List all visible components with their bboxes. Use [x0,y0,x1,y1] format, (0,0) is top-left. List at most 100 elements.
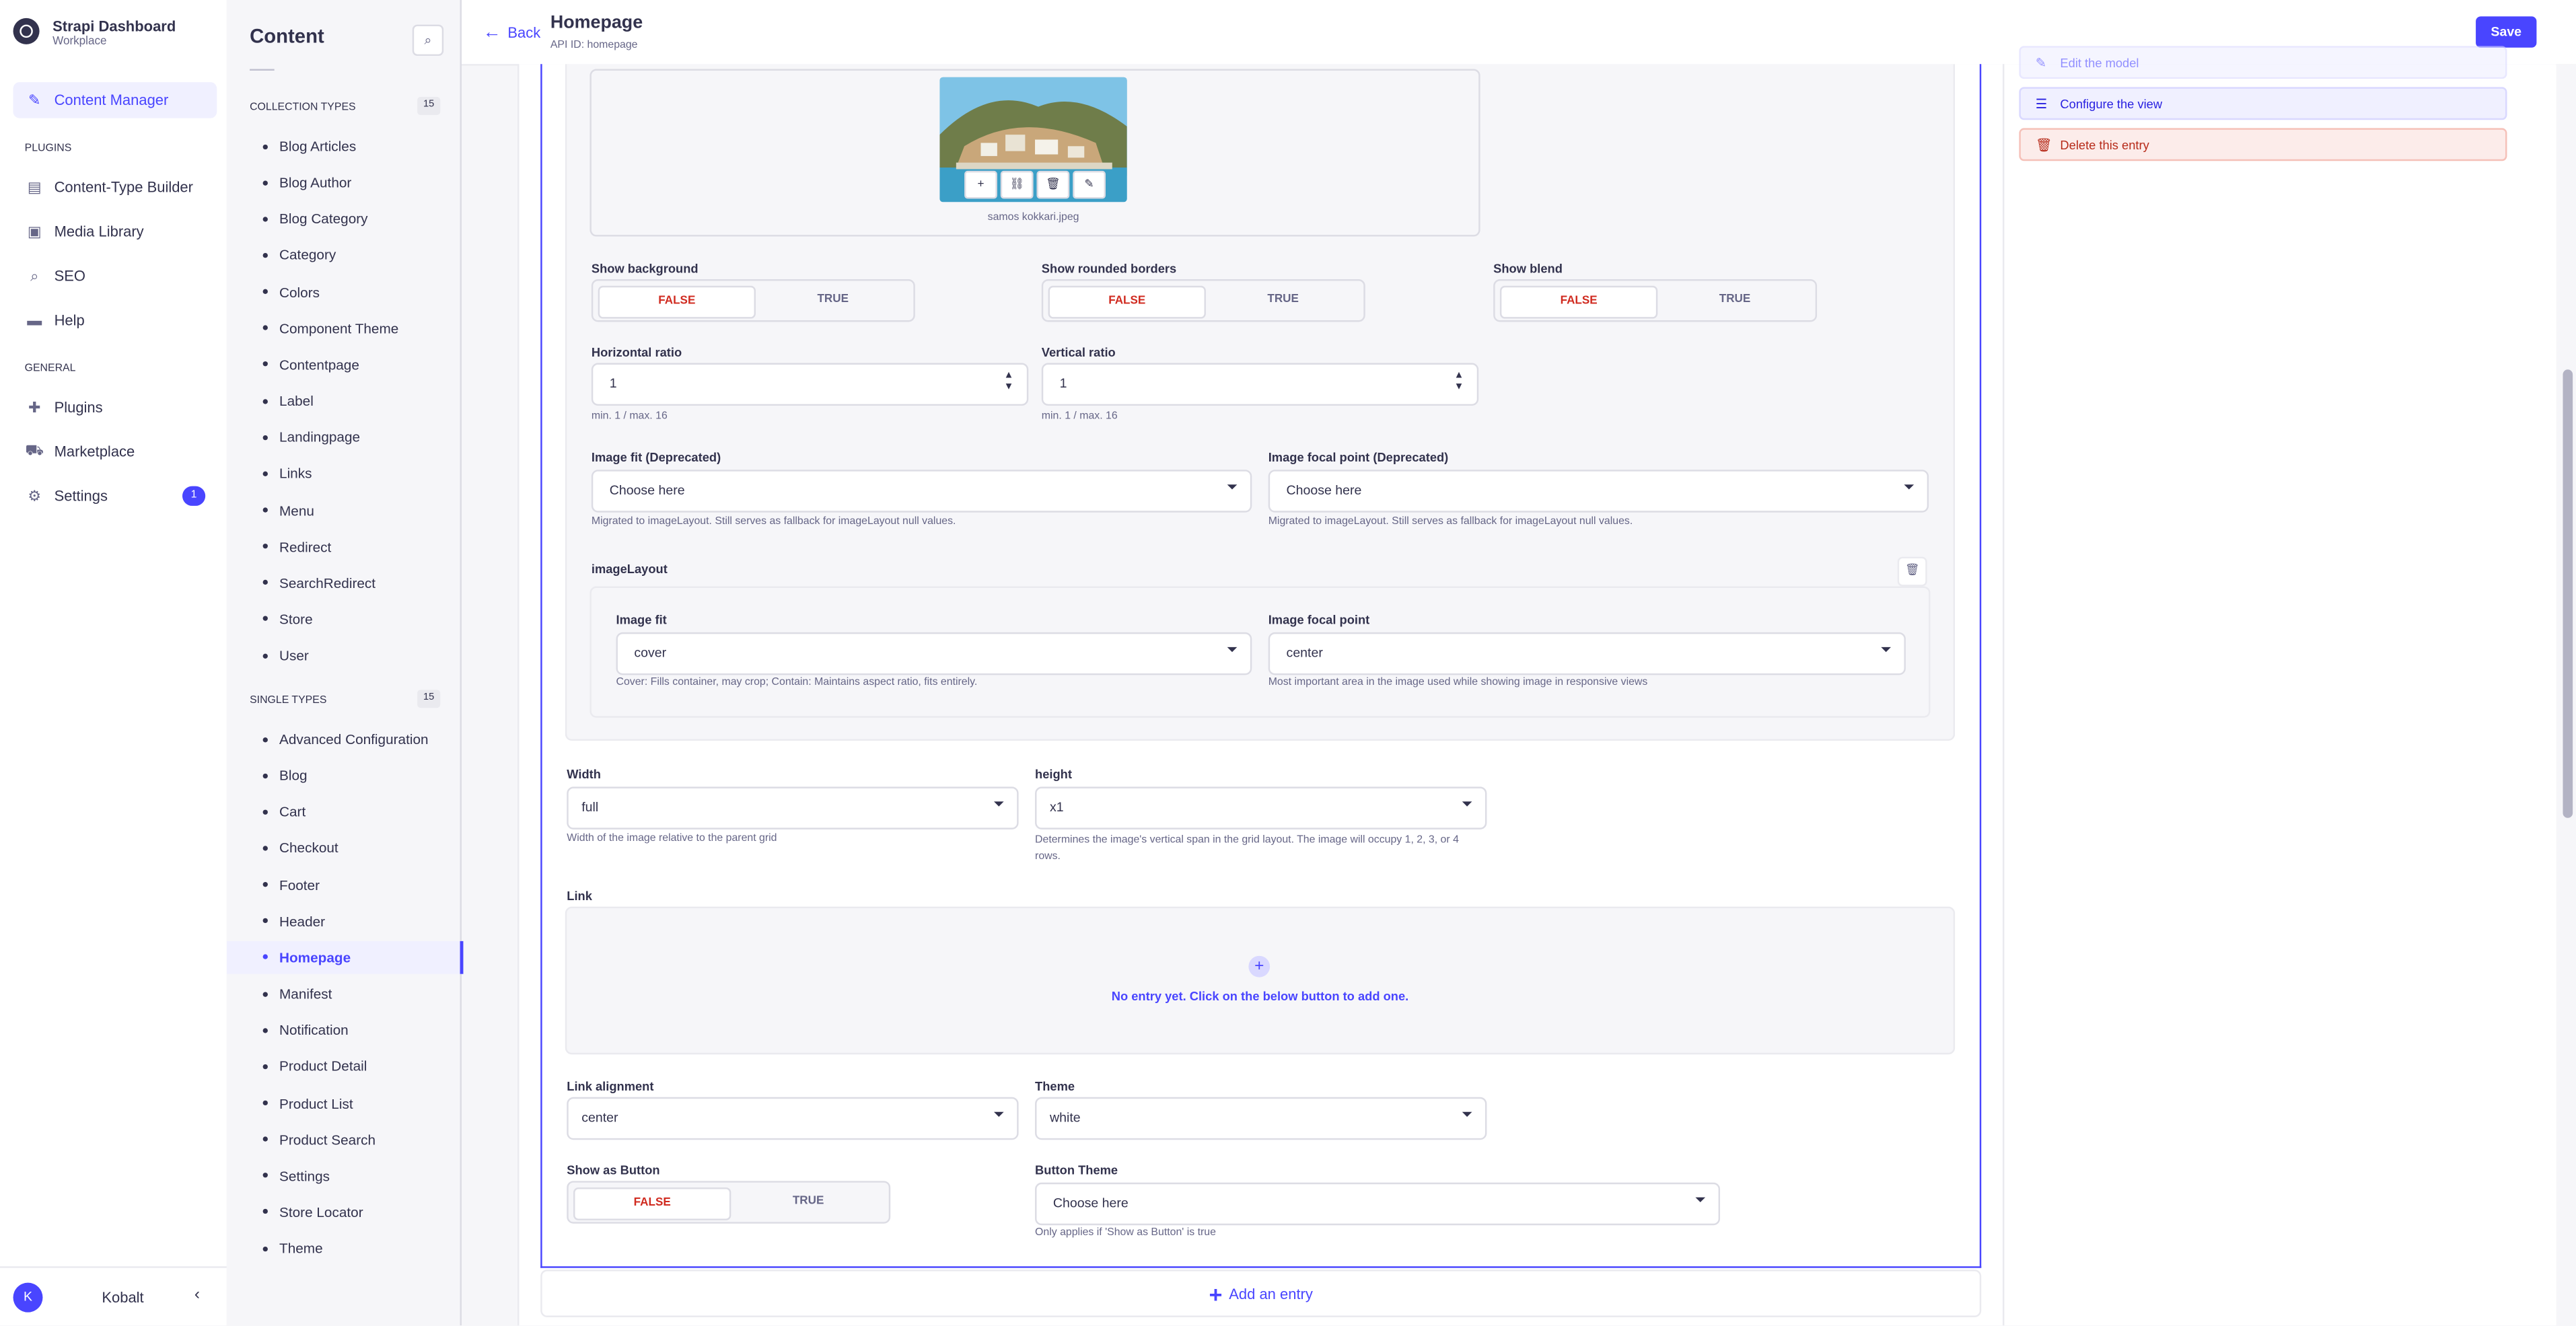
sub-nav-item[interactable]: Colors [227,275,460,308]
sub-nav-item[interactable]: Blog Articles [227,130,460,163]
sub-nav-item[interactable]: Blog Category [227,202,460,235]
bullet-icon [262,616,268,622]
toggle-true[interactable]: TRUE [757,286,908,316]
bullet-icon [262,252,268,258]
image-focal-label: Image focal point [1268,612,1370,628]
vertical-ratio-input[interactable]: 1 ▲ ▼ [1041,363,1479,406]
toggle-true[interactable]: TRUE [1207,286,1359,316]
caret-down-icon [1695,1197,1706,1203]
nav-marketplace[interactable]: ⛟ Marketplace [13,434,217,470]
settings-badge: 1 [182,486,206,506]
nav-seo[interactable]: ⌕ SEO [13,258,217,294]
sub-nav-item[interactable]: Store Locator [227,1195,460,1228]
nav-content-manager[interactable]: ✎ Content Manager [13,82,217,118]
image-icon: ▣ [27,222,42,240]
scrollbar-thumb[interactable] [2563,369,2573,818]
sub-nav-item[interactable]: Header [227,905,460,938]
sub-nav-item[interactable]: Cart [227,795,460,828]
image-fit-deprecated-hint: Migrated to imageLayout. Still serves as… [591,515,956,527]
sub-nav-item[interactable]: Footer [227,868,460,901]
show-background-toggle[interactable]: FALSE TRUE [591,279,915,322]
stepper-icon[interactable]: ▲ ▼ [1454,371,1464,394]
input-value: 1 [609,376,617,392]
sub-nav-item[interactable]: Redirect [227,530,460,563]
delete-entry-button[interactable]: 🗑 Delete this entry [2019,128,2507,161]
sub-nav-item[interactable]: Menu [227,494,460,527]
sub-nav-item[interactable]: Product List [227,1086,460,1119]
sub-nav-item[interactable]: Advanced Configuration [227,723,460,756]
toggle-true[interactable]: TRUE [1659,286,1811,316]
add-entry-button[interactable]: + Add an entry [540,1269,1982,1317]
width-hint: Width of the image relative to the paren… [567,832,777,844]
sub-nav-item[interactable]: Category [227,239,460,272]
horizontal-ratio-input[interactable]: 1 ▲ ▼ [591,363,1029,406]
sub-nav-item[interactable]: Theme [227,1232,460,1265]
height-select[interactable]: x1 [1035,786,1487,830]
nav-content-type-builder[interactable]: ▤ Content-Type Builder [13,169,217,205]
width-select[interactable]: full [567,786,1019,830]
sub-nav-item-label: Checkout [279,840,338,856]
toggle-false[interactable]: FALSE [1499,285,1658,319]
sub-nav-item[interactable]: Blog [227,759,460,792]
nav-plugins[interactable]: ✚ Plugins [13,390,217,426]
sub-nav-item[interactable]: Settings [227,1159,460,1192]
search-icon[interactable]: ⌕ [412,24,444,57]
avatar[interactable]: K [13,1282,43,1313]
save-button[interactable]: Save [2476,16,2537,48]
edit-icon[interactable]: ✎ [1073,170,1106,199]
sub-nav-item-label: Category [279,247,336,264]
user-name[interactable]: Kobalt [102,1289,143,1305]
trash-icon[interactable]: 🗑 [1036,170,1070,199]
link-icon[interactable]: ⛓ [1000,170,1034,199]
button-theme-select[interactable]: Choose here [1035,1182,1721,1226]
toggle-false[interactable]: FALSE [573,1187,731,1220]
add-icon[interactable]: + [964,170,997,199]
bullet-icon [262,216,268,222]
sub-nav-item[interactable]: Product Search [227,1123,460,1156]
sub-nav-item[interactable]: User [227,639,460,672]
vertical-ratio-label: Vertical ratio [1041,344,1116,360]
image-focal-select[interactable]: center [1268,632,1906,675]
toggle-false[interactable]: FALSE [598,285,756,319]
sub-nav-item-label: Blog Articles [279,138,357,155]
sub-nav-item[interactable]: Product Detail [227,1050,460,1083]
sub-nav-item[interactable]: Store [227,603,460,636]
select-placeholder: Choose here [1286,482,1362,498]
toggle-false[interactable]: FALSE [1048,285,1206,319]
add-circle-icon[interactable]: + [1248,955,1271,978]
sub-nav-item[interactable]: Component Theme [227,311,460,344]
configure-view-button[interactable]: ☰ Configure the view [2019,87,2507,120]
sub-nav-item[interactable]: Label [227,384,460,417]
image-fit-select[interactable]: cover [616,632,1252,675]
sub-nav-item[interactable]: Landingpage [227,420,460,453]
image-focal-deprecated-select[interactable]: Choose here [1268,470,1929,513]
collapse-chevron-icon[interactable]: ‹ [187,1286,207,1309]
image-fit-deprecated-select[interactable]: Choose here [591,470,1252,513]
sub-nav-item[interactable]: SearchRedirect [227,566,460,599]
sub-nav-item[interactable]: Checkout [227,832,460,864]
sub-nav-item[interactable]: Links [227,457,460,490]
nav-settings[interactable]: ⚙ Settings 1 [13,478,217,514]
show-rounded-borders-toggle[interactable]: FALSE TRUE [1041,279,1365,322]
image-focal-hint: Most important area in the image used wh… [1268,676,1648,688]
trash-icon[interactable]: 🗑 [1897,556,1927,587]
bullet-icon [262,1064,268,1069]
nav-label: Marketplace [54,443,135,460]
sub-nav-item[interactable]: Manifest [227,978,460,1010]
sub-nav-item[interactable]: Homepage [226,941,464,974]
toggle-true[interactable]: TRUE [733,1187,884,1217]
nav-media-library[interactable]: ▣ Media Library [13,213,217,250]
bullet-icon [262,1245,268,1251]
edit-model-button[interactable]: ✎ Edit the model [2019,46,2507,79]
sub-nav-item[interactable]: Notification [227,1014,460,1047]
show-blend-toggle[interactable]: FALSE TRUE [1493,279,1818,322]
theme-select[interactable]: white [1035,1097,1487,1140]
nav-help[interactable]: ▬ Help [13,302,217,338]
button-theme-label: Button Theme [1035,1163,1118,1178]
back-link[interactable]: ← Back [483,23,540,42]
sub-nav-item[interactable]: Contentpage [227,348,460,381]
stepper-icon[interactable]: ▲ ▼ [1004,371,1014,394]
sub-nav-item[interactable]: Blog Author [227,166,460,199]
link-alignment-select[interactable]: center [567,1097,1019,1140]
show-as-button-toggle[interactable]: FALSE TRUE [567,1181,891,1224]
